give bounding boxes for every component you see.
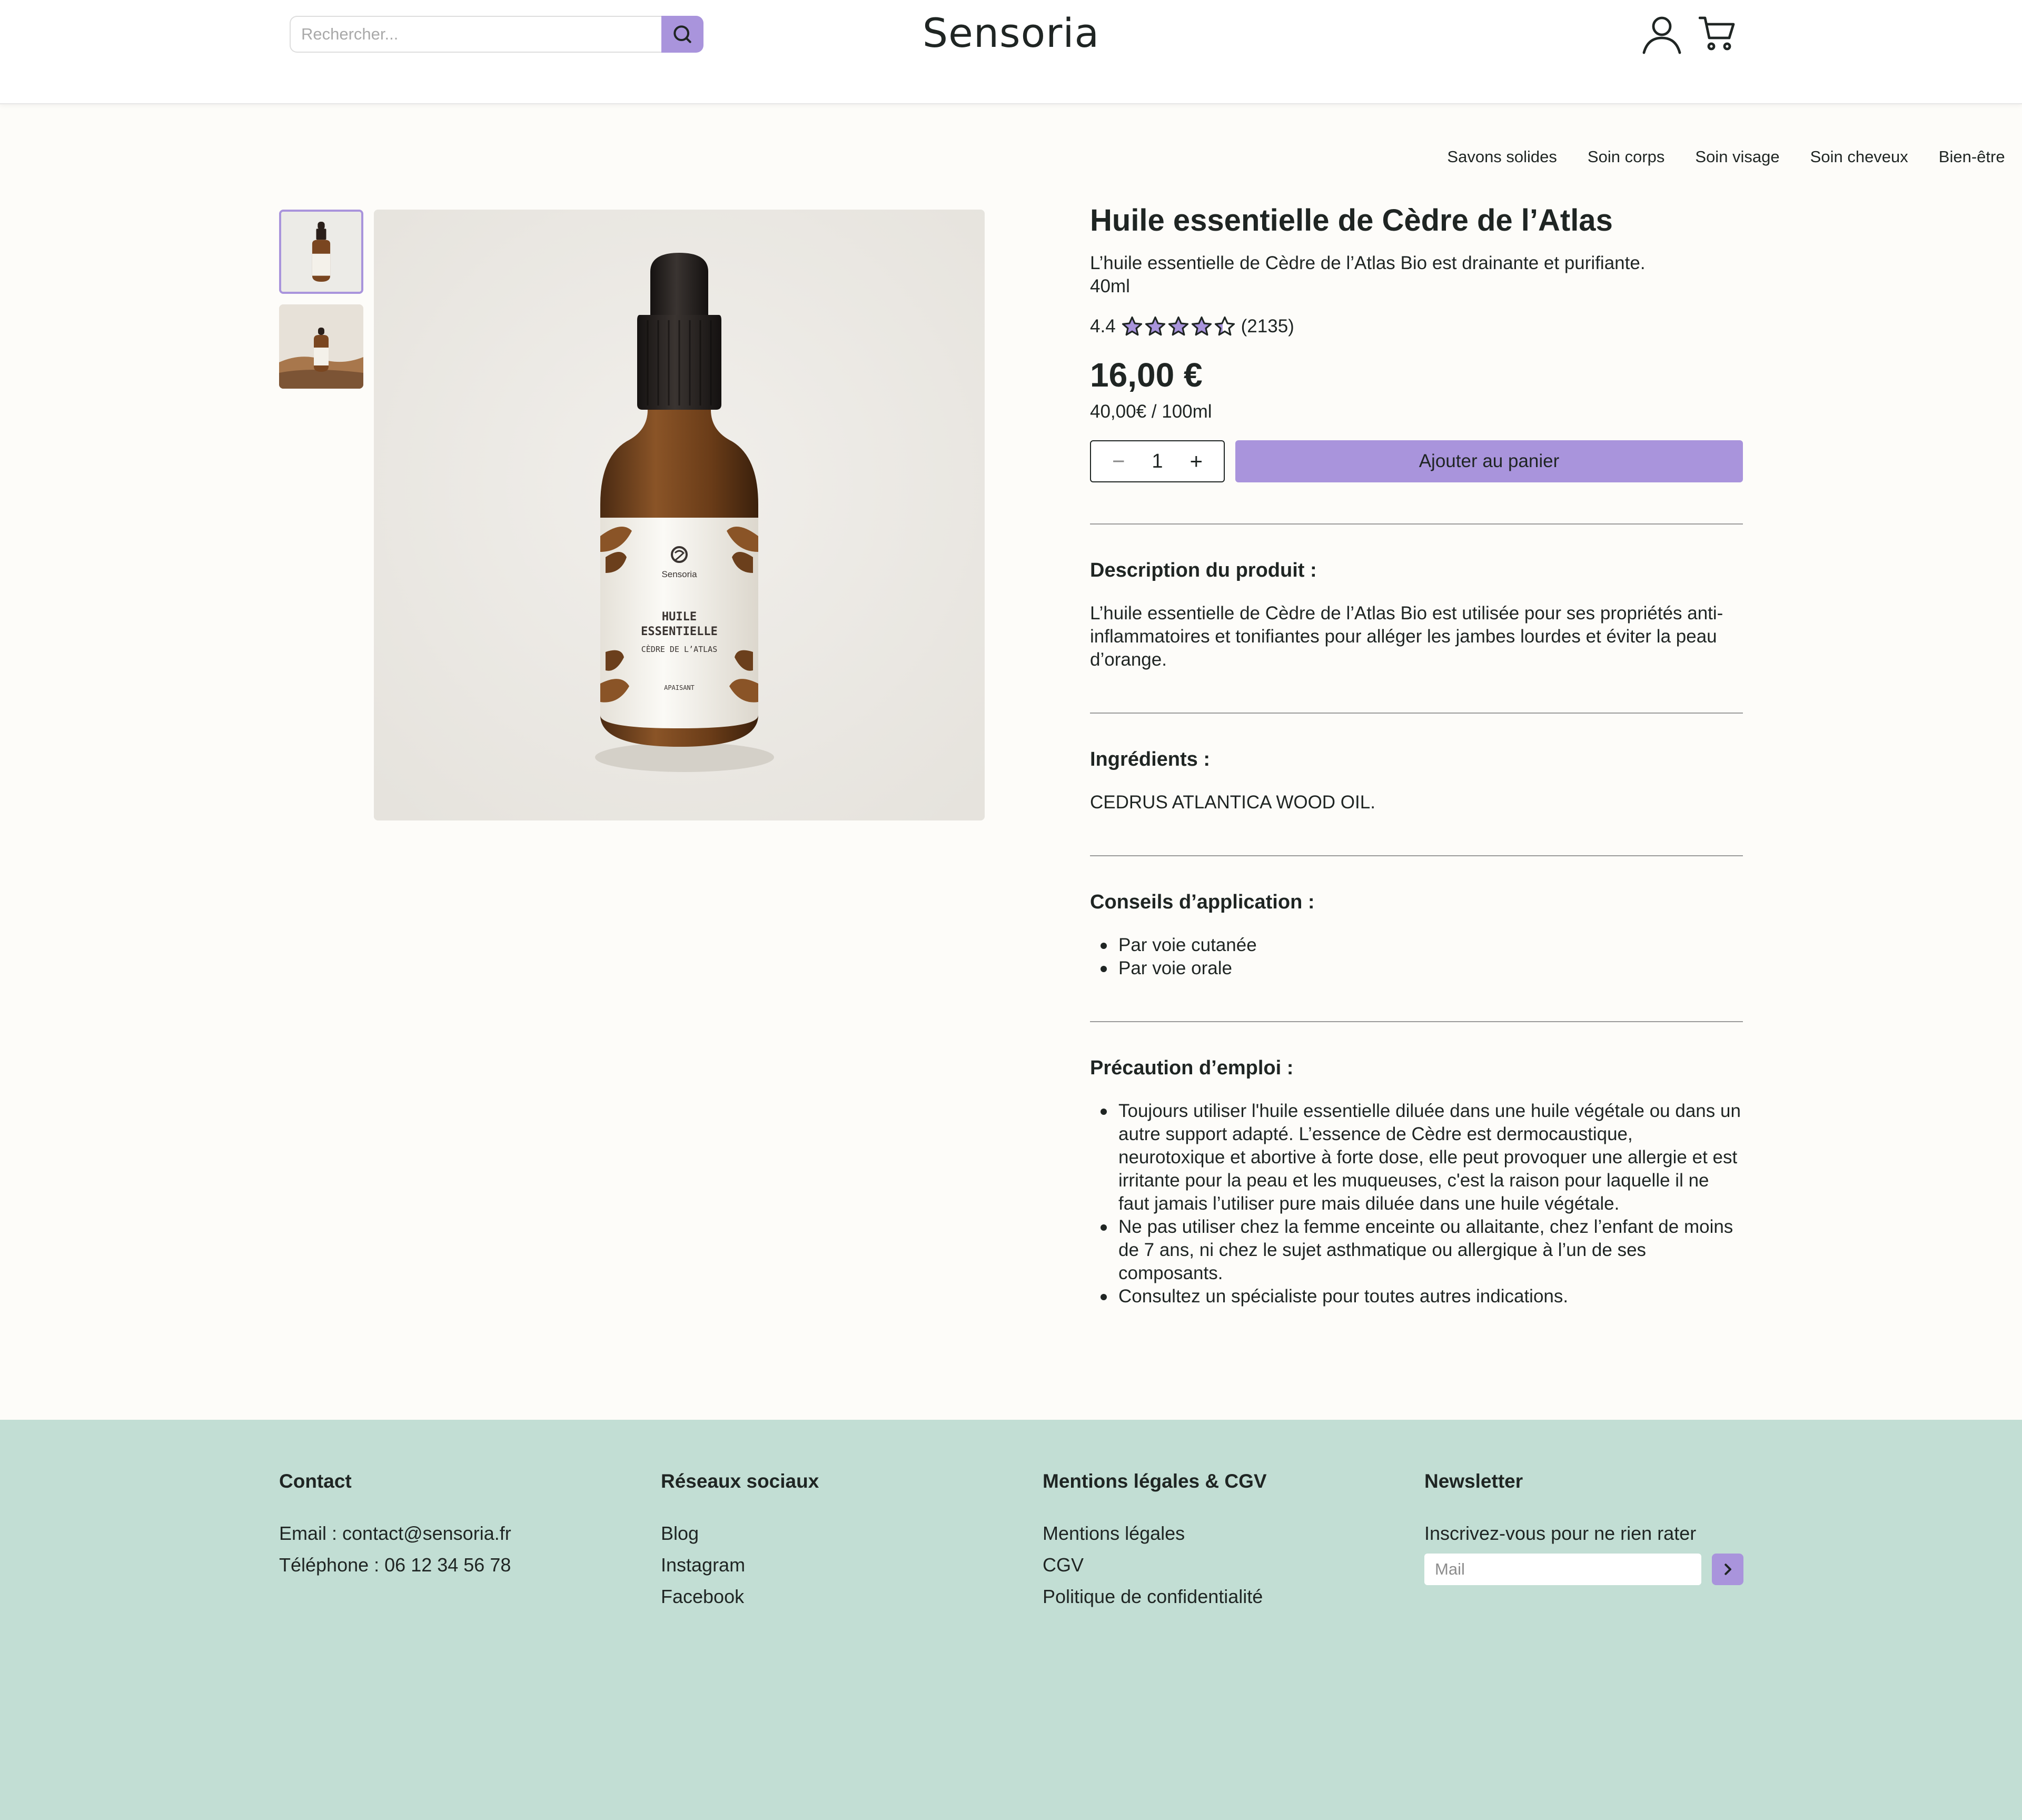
divider <box>1090 855 1743 856</box>
footer-email: Email : contact@sensoria.fr <box>279 1522 511 1544</box>
chevron-right-icon <box>1724 1564 1731 1575</box>
plus-icon[interactable]: + <box>1190 450 1203 472</box>
product-size: 40ml <box>1090 276 1130 296</box>
footer-link-privacy[interactable]: Politique de confidentialité <box>1043 1581 1267 1613</box>
footer-link-cgv[interactable]: CGV <box>1043 1549 1267 1581</box>
list-item: Toujours utiliser l'huile essentielle di… <box>1090 1100 1743 1215</box>
footer-newsletter-title: Newsletter <box>1424 1470 1523 1492</box>
brand-logo[interactable]: Sensoria <box>853 9 1169 56</box>
footer-link-mentions[interactable]: Mentions légales <box>1043 1518 1267 1549</box>
advice-list: Par voie cutanée Par voie orale <box>1090 934 1743 980</box>
quantity-value[interactable]: 1 <box>1152 450 1163 473</box>
buy-row: − 1 + Ajouter au panier <box>1090 440 1743 482</box>
thumbnail-bottle-image <box>281 212 361 292</box>
footer-link-blog[interactable]: Blog <box>661 1518 819 1549</box>
newsletter-text: Inscrivez-vous pour ne rien rater <box>1424 1522 1697 1544</box>
product-price: 16,00 € <box>1090 356 1203 394</box>
product-bottle-image: Sensoria HUILE ESSENTIELLE CÈDRE DE L’AT… <box>374 210 985 820</box>
label-line2-text: ESSENTIELLE <box>641 625 718 638</box>
ingredients-text: CEDRUS ATLANTICA WOOD OIL. <box>1090 792 1375 813</box>
newsletter-form <box>1424 1554 1743 1585</box>
nav-item-soin-cheveux[interactable]: Soin cheveux <box>1810 147 1908 166</box>
newsletter-submit-button[interactable] <box>1712 1554 1743 1585</box>
thumbnail-1[interactable] <box>279 210 363 294</box>
precaution-list: Toujours utiliser l'huile essentielle di… <box>1090 1100 1743 1308</box>
divider <box>1090 1021 1743 1022</box>
star-icon <box>1122 316 1142 336</box>
star-icon <box>1168 316 1188 336</box>
list-item: Ne pas utiliser chez la femme enceinte o… <box>1090 1215 1743 1285</box>
precaution-title: Précaution d’emploi : <box>1090 1057 1294 1079</box>
nav-item-soin-visage[interactable]: Soin visage <box>1695 147 1779 166</box>
label-line4-text: APAISANT <box>664 684 695 691</box>
product-main-image: Sensoria HUILE ESSENTIELLE CÈDRE DE L’AT… <box>374 210 985 820</box>
description-text: L’huile essentielle de Cèdre de l’Atlas … <box>1090 603 1723 670</box>
advice-title: Conseils d’application : <box>1090 891 1315 913</box>
rating-count: (2135) <box>1241 316 1294 337</box>
product-title: Huile essentielle de Cèdre de l’Atlas <box>1090 203 1613 238</box>
nav-item-bien-etre[interactable]: Bien-être <box>1939 147 2005 166</box>
site-header: Sensoria Savons solides Soin corps Soin … <box>0 0 2022 166</box>
footer-legal: Mentions légales & CGV Mentions légales … <box>1043 1470 1267 1613</box>
footer-legal-title: Mentions légales & CGV <box>1043 1470 1267 1492</box>
list-item: Par voie cutanée <box>1090 934 1743 957</box>
footer-link-facebook[interactable]: Facebook <box>661 1581 819 1613</box>
ingredients-title: Ingrédients : <box>1090 748 1211 770</box>
rating: 4.4 (2135) <box>1090 311 1743 342</box>
label-line3-text: CÈDRE DE L’ATLAS <box>641 644 718 654</box>
site-footer: Contact Email : contact@sensoria.fr Télé… <box>0 1420 2022 1820</box>
star-icon <box>1191 316 1212 336</box>
quantity-stepper: − 1 + <box>1090 440 1225 482</box>
footer-link-instagram[interactable]: Instagram <box>661 1549 819 1581</box>
nav-item-soin-corps[interactable]: Soin corps <box>1588 147 1664 166</box>
search-bar <box>290 16 703 53</box>
rating-value: 4.4 <box>1090 316 1116 337</box>
description-title: Description du produit : <box>1090 559 1317 581</box>
divider <box>1090 523 1743 525</box>
label-line1-text: HUILE <box>662 610 697 624</box>
footer-contact-title: Contact <box>279 1470 352 1492</box>
divider <box>1090 713 1743 714</box>
label-brand-text: Sensoria <box>661 569 697 579</box>
product-subtitle: L’huile essentielle de Cèdre de l’Atlas … <box>1090 253 1646 273</box>
search-button[interactable] <box>661 16 703 53</box>
footer-phone: Téléphone : 06 12 34 56 78 <box>279 1554 511 1576</box>
star-icon <box>1214 316 1235 336</box>
minus-icon[interactable]: − <box>1112 450 1125 472</box>
rating-stars <box>1121 315 1236 338</box>
list-item: Consultez un spécialiste pour toutes aut… <box>1090 1285 1743 1308</box>
footer-newsletter: Newsletter Inscrivez-vous pour ne rien r… <box>1424 1470 1743 1585</box>
product-info: Huile essentielle de Cèdre de l’Atlas L’… <box>1090 200 1743 1308</box>
search-input[interactable] <box>290 16 661 53</box>
unit-price: 40,00€ / 100ml <box>1090 401 1212 422</box>
list-item: Par voie orale <box>1090 957 1743 980</box>
add-to-cart-button[interactable]: Ajouter au panier <box>1235 440 1743 482</box>
footer-social-title: Réseaux sociaux <box>661 1470 819 1492</box>
star-icon <box>1145 316 1165 336</box>
footer-social: Réseaux sociaux Blog Instagram Facebook <box>661 1470 819 1613</box>
newsletter-email-input[interactable] <box>1424 1554 1701 1585</box>
user-icon[interactable] <box>1641 15 1683 55</box>
thumbnail-2[interactable] <box>279 304 363 389</box>
cart-icon[interactable] <box>1699 15 1737 53</box>
thumbnail-lifestyle-image <box>279 304 363 389</box>
search-icon <box>673 25 691 43</box>
nav-item-savons-solides[interactable]: Savons solides <box>1447 147 1557 166</box>
footer-contact: Contact Email : contact@sensoria.fr Télé… <box>279 1470 511 1581</box>
